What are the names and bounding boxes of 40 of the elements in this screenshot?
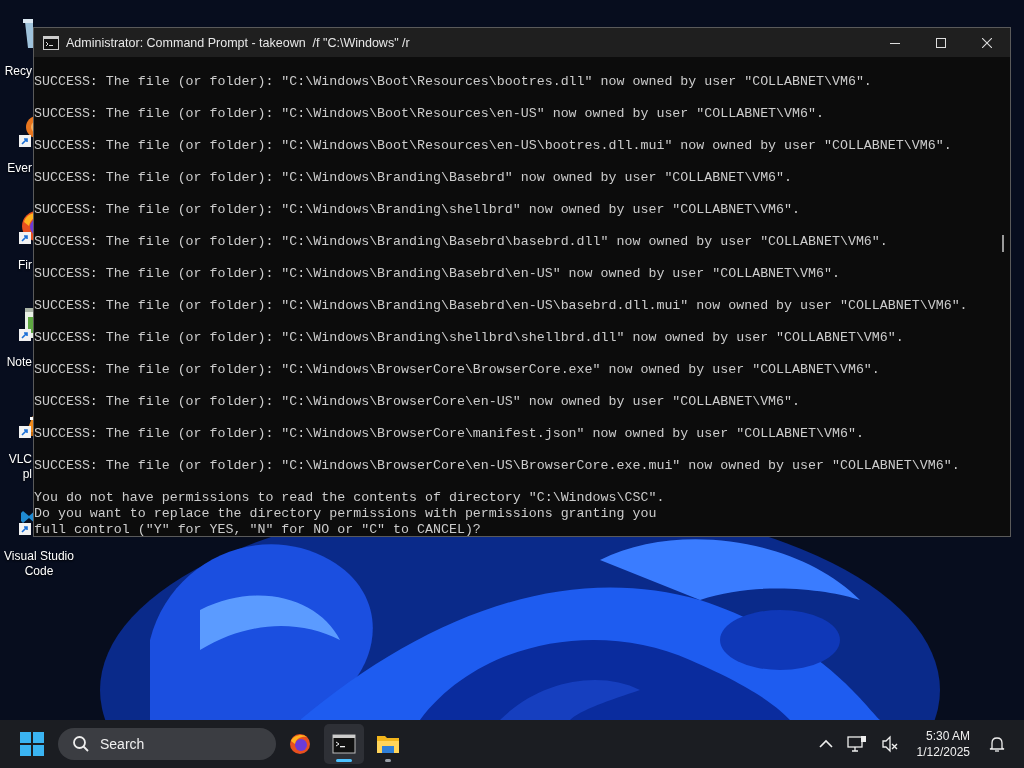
output-line: SUCCESS: The file (or folder): "C:\Windows\Branding\Basebrd\en-US\basebrd.dll.mui" now owned by user "COLLABNET\VM6". — [34, 298, 969, 314]
icon-label[interactable]: Code — [24, 564, 54, 579]
taskbar-app[interactable] — [324, 724, 364, 764]
output-line: SUCCESS: The file (or folder): "C:\Windows\Boot\Resources\bootres.dll" now owned by user "COLLABNET\VM6". — [34, 74, 873, 90]
output-line: SUCCESS: The file (or folder): "C:\Windows\Branding\Basebrd" now owned by user "COLLABNET\VM6". — [34, 170, 794, 186]
start-button[interactable] — [20, 732, 44, 756]
search-button[interactable]: Search — [58, 728, 276, 760]
speaker-muted-icon[interactable] — [880, 735, 899, 753]
output-line: SUCCESS: The file (or folder): "C:\Windows\Boot\Resources\en-US\bootres.dll.mui" now owned by user "COLLABNET\VM6". — [34, 138, 953, 154]
output-line: SUCCESS: The file (or folder): "C:\Windows\Branding\Basebrd\basebrd.dll" now owned by user "COLLABNET\VM6". — [34, 234, 889, 250]
icon-label[interactable]: Visual Studio — [4, 549, 74, 564]
output-line: SUCCESS: The file (or folder): "C:\Windows\Boot\Resources\en-US" now owned by user "COLLABNET\VM6". — [34, 106, 825, 122]
clock[interactable]: 5:30 AM 1/12/2025 — [912, 728, 974, 760]
maximize-icon — [936, 37, 946, 48]
bell-icon[interactable] — [988, 735, 1006, 753]
scrollbar-thumb[interactable] — [1002, 235, 1004, 252]
console-icon — [332, 732, 356, 756]
output-line: SUCCESS: The file (or folder): "C:\Windows\Branding\shellbrd" now owned by user "COLLABNET\VM6". — [34, 202, 802, 218]
network-icon[interactable] — [846, 735, 867, 753]
output-line: SUCCESS: The file (or folder): "C:\Windows\BrowserCore\en-US\BrowserCore.exe.mui" now owned by user "COLLABNET\VM6". — [34, 458, 961, 474]
output-line: Do you want to replace the directory permissions with permissions granting you — [34, 506, 658, 522]
output-line: SUCCESS: The file (or folder): "C:\Windows\Branding\Basebrd\en-US" now owned by user "COLLABNET\VM6". — [34, 266, 841, 282]
output-line: SUCCESS: The file (or folder): "C:\Windows\BrowserCore\BrowserCore.exe" now owned by user "COLLABNET\VM6". — [34, 362, 881, 378]
output-line: SUCCESS: The file (or folder): "C:\Windows\BrowserCore\manifest.json" now owned by user "COLLABNET\VM6". — [34, 426, 865, 442]
output-line: You do not have permissions to read the contents of directory "C:\Windows\CSC". — [34, 490, 666, 506]
search-icon — [72, 735, 90, 753]
output-line: SUCCESS: The file (or folder): "C:\Windows\BrowserCore\en-US" now owned by user "COLLABNET\VM6". — [34, 394, 802, 410]
console-icon — [43, 35, 59, 50]
chevron-up-icon[interactable] — [818, 739, 833, 749]
icon-label[interactable]: Recy — [4, 64, 32, 79]
icon-label[interactable]: VLC — [8, 452, 32, 467]
icon-label[interactable]: pl — [22, 467, 32, 482]
icon-label[interactable]: Note — [6, 355, 32, 370]
browser-icon — [288, 732, 312, 756]
icon-label[interactable]: Ever — [7, 161, 32, 176]
close-icon — [982, 37, 992, 48]
output-line: full control ("Y" for YES, "N" for NO or "C" to CANCEL)? — [34, 522, 482, 536]
window-title: Administrator: Command Prompt - takeown /f "C:\Windows" /r — [66, 35, 410, 50]
icon-label[interactable]: Fir — [18, 258, 32, 273]
output-line: SUCCESS: The file (or folder): "C:\Windows\Branding\shellbrd\shellbrd.dll" now owned by user "COLLABNET\VM6". — [34, 330, 905, 346]
